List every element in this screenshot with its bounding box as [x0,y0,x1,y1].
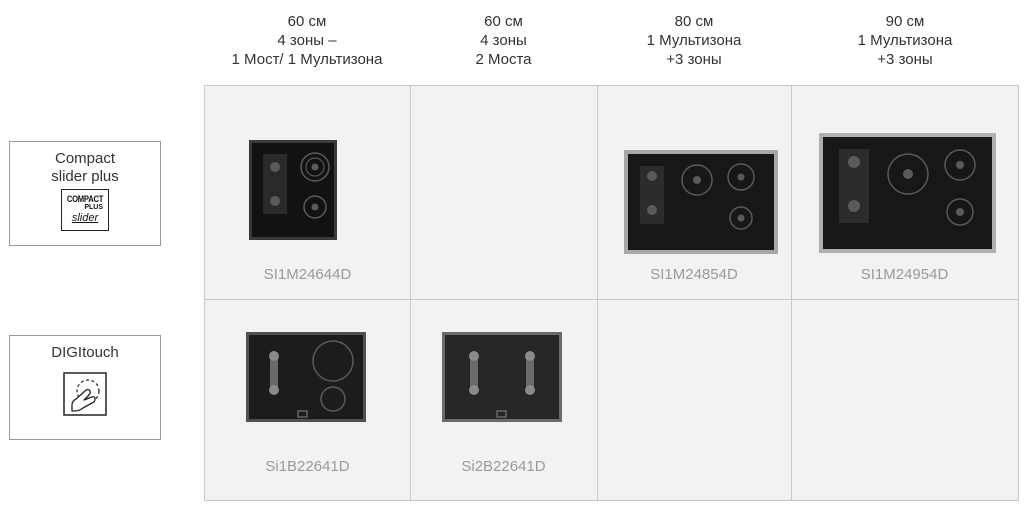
column-header-line: 1 Мультизона [857,32,953,49]
column-header-60cm-bridge-multizone: 60 см 4 зоны – 1 Мост/ 1 Мультизона [204,12,410,69]
column-header-line: 90 см [885,13,925,30]
logo-text-compact: COMPACT [66,194,104,204]
cooktop-image-si1m24854d [624,150,778,254]
column-header-line: 60 см [484,13,523,30]
compact-slider-plus-logo: COMPACT PLUS slider [61,189,109,231]
row-label-compact-slider-plus: Compact slider plus COMPACT PLUS slider [9,141,161,246]
model-name: SI1M24954D [860,266,949,283]
column-header-80cm: 80 см 1 Мультизона +3 зоны [597,12,791,69]
column-header-line: +3 зоны [877,51,933,68]
logo-text-slider: slider [71,212,99,224]
column-header-line: 4 зоны – [277,32,337,49]
grid-divider [410,86,411,500]
column-header-line: 60 см [287,13,327,30]
row-label-line: slider plus [51,168,119,185]
column-header-line: 4 зоны [480,32,527,49]
row-label-line: Compact [54,150,116,167]
model-name: SI1M24854D [650,266,738,283]
grid-divider [205,299,1018,300]
column-header-90cm: 90 см 1 Мультизона +3 зоны [791,12,1019,69]
row-label-digitouch: DIGItouch [9,335,161,440]
column-header-60cm-two-bridges: 60 см 4 зоны 2 Моста [410,12,597,69]
column-header-line: +3 зоны [666,51,722,68]
digitouch-icon [63,372,107,416]
logo-text-plus: PLUS [84,204,103,211]
grid-divider [791,86,792,500]
column-header-line: 2 Моста [475,51,532,68]
model-name: Si2B22641D [461,458,546,475]
product-grid: SI1M24644D SI1M24854D SI1M24954D Si1B226… [204,85,1019,501]
column-header-line: 1 Мультизона [646,32,742,49]
column-header-line: 1 Мост/ 1 Мультизона [231,51,383,68]
model-name: SI1M24644D [263,266,352,283]
cooktop-image-si1b22641d [246,332,366,422]
grid-divider [597,86,598,500]
cooktop-image-si1m24954d [819,133,996,253]
model-name: Si1B22641D [265,458,350,475]
row-label-line: DIGItouch [51,344,119,361]
cooktop-image-si1m24644d [249,140,337,240]
column-header-line: 80 см [674,13,714,30]
cooktop-image-si2b22641d [442,332,562,422]
